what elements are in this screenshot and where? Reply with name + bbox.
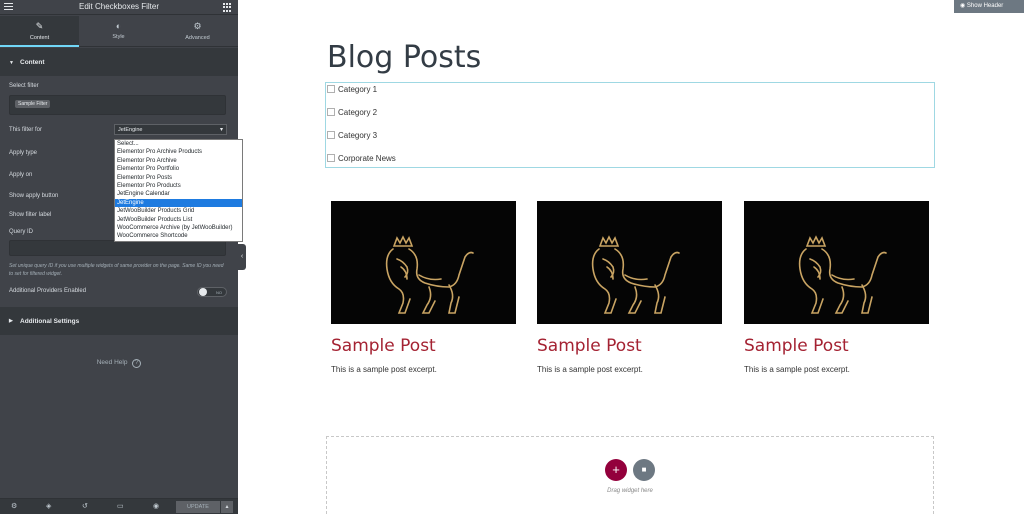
gear-icon: ⚙	[193, 21, 202, 31]
post-thumbnail[interactable]	[744, 201, 929, 324]
question-circle-icon: ?	[132, 359, 142, 368]
apply-type-label: Apply type	[9, 150, 38, 156]
dropdown-option[interactable]: WooCommerce Shortcode	[115, 232, 242, 240]
chevron-down-icon: ▾	[219, 127, 223, 133]
preview-eye-icon[interactable]: ◉	[153, 502, 159, 510]
checkbox-icon[interactable]	[327, 85, 335, 93]
dropdown-option[interactable]: Elementor Pro Products	[115, 182, 242, 190]
dropdown-option[interactable]: JetWooBuilder Products List	[115, 216, 242, 224]
lion-logo-icon	[385, 235, 474, 314]
show-header-label: Show Header	[966, 3, 1004, 9]
panel-title: Edit Checkboxes Filter	[78, 2, 160, 11]
checkbox-icon[interactable]	[327, 131, 335, 139]
update-options-caret-icon[interactable]: ▴	[221, 501, 233, 513]
dropdown-option[interactable]: Select...	[115, 140, 242, 148]
template-library-folder-icon[interactable]: ■	[633, 459, 655, 481]
checkbox-icon[interactable]	[327, 154, 335, 162]
query-id-label: Query ID	[9, 229, 34, 235]
pencil-icon: ✎	[35, 21, 44, 31]
post-title[interactable]: Sample Post	[744, 336, 929, 356]
dropdown-option[interactable]: Elementor Pro Posts	[115, 174, 242, 182]
checkbox-category-3[interactable]: Category 3	[327, 131, 377, 140]
panel-tabs: ✎ Content ◐ Style ⚙ Advanced	[0, 16, 238, 47]
additional-providers-label: Additional Providers Enabled	[9, 288, 87, 294]
collapse-panel-icon[interactable]: ‹	[238, 244, 246, 270]
dropdown-option[interactable]: Elementor Pro Portfolio	[115, 165, 242, 173]
toggle-knob	[199, 288, 207, 296]
add-section-dropzone[interactable]	[326, 436, 934, 514]
navigator-layers-icon[interactable]: ◈	[46, 502, 51, 510]
responsive-mode-icon[interactable]: ▭	[117, 502, 124, 510]
filter-for-label: This filter for	[9, 127, 43, 133]
tab-style-label: Style	[112, 34, 125, 40]
post-card[interactable]: Sample Post This is a sample post excerp…	[537, 201, 722, 374]
tab-style[interactable]: ◐ Style	[79, 16, 158, 47]
post-card[interactable]: Sample Post This is a sample post excerp…	[331, 201, 516, 374]
show-filter-label-label: Show filter label	[9, 212, 52, 218]
additional-providers-toggle[interactable]: NO	[197, 287, 227, 297]
settings-gear-icon[interactable]: ⚙	[11, 502, 17, 510]
dropdown-option[interactable]: WooCommerce Archive (by JetWooBuilder)	[115, 224, 242, 232]
checkbox-label: Category 3	[338, 131, 378, 140]
toggle-state-label: NO	[216, 290, 222, 295]
post-thumbnail[interactable]	[331, 201, 516, 324]
checkbox-label: Category 2	[338, 108, 378, 117]
checkbox-category-2[interactable]: Category 2	[327, 108, 377, 117]
post-excerpt: This is a sample post excerpt.	[744, 365, 850, 374]
page-title: Blog Posts	[327, 40, 482, 75]
eye-icon: ◉	[960, 3, 966, 9]
checkbox-label: Category 1	[338, 85, 378, 94]
panel-footer: ⚙ ◈ ↺ ▭ ◉ UPDATE ▴	[0, 498, 238, 514]
filter-for-select[interactable]: JetEngine ▾	[114, 124, 227, 135]
dropdown-option[interactable]: JetEngine Calendar	[115, 190, 242, 198]
content-section-toggle[interactable]: ▼ Content	[0, 48, 238, 76]
tab-content[interactable]: ✎ Content	[0, 16, 79, 47]
show-header-button[interactable]: ◉ Show Header	[954, 0, 1024, 13]
need-help-label: Need Help	[96, 359, 128, 366]
half-circle-icon: ◐	[115, 21, 122, 31]
post-excerpt: This is a sample post excerpt.	[331, 365, 437, 374]
additional-settings-toggle[interactable]: ▶ Additional Settings	[0, 307, 238, 335]
query-id-input[interactable]	[9, 240, 226, 256]
content-section-title: Content	[20, 59, 45, 66]
update-button[interactable]: UPDATE	[176, 501, 220, 513]
checkbox-category-1[interactable]: Category 1	[327, 85, 377, 94]
history-icon[interactable]: ↺	[82, 502, 88, 510]
need-help-link[interactable]: Need Help ?	[0, 359, 238, 368]
tab-advanced[interactable]: ⚙ Advanced	[158, 16, 237, 47]
additional-settings-title: Additional Settings	[20, 318, 80, 325]
tab-content-label: Content	[29, 35, 50, 41]
post-title[interactable]: Sample Post	[537, 336, 722, 356]
tab-advanced-label: Advanced	[185, 35, 210, 41]
checkbox-label: Corporate News	[338, 154, 396, 163]
apply-on-label: Apply on	[9, 172, 33, 178]
select-filter-input[interactable]: Sample Filter	[9, 95, 226, 115]
checkbox-corporate-news[interactable]: Corporate News	[327, 154, 396, 163]
selected-filter-tag[interactable]: Sample Filter	[15, 100, 51, 108]
lion-logo-icon	[798, 235, 887, 314]
checkbox-icon[interactable]	[327, 108, 335, 116]
dropdown-option[interactable]: Elementor Pro Archive Products	[115, 148, 242, 156]
add-section-plus-icon[interactable]: +	[605, 459, 627, 481]
panel-header: Edit Checkboxes Filter	[0, 0, 238, 15]
drag-widget-hint: Drag widget here	[607, 488, 653, 494]
post-title[interactable]: Sample Post	[331, 336, 516, 356]
widgets-grid-icon[interactable]	[223, 3, 232, 12]
select-filter-label: Select filter	[9, 83, 39, 89]
lion-logo-icon	[591, 235, 680, 314]
caret-right-icon: ▶	[9, 318, 13, 324]
query-id-hint: Set unique query ID if you use multiple …	[9, 263, 224, 277]
filter-for-value: JetEngine	[118, 127, 143, 133]
filter-for-dropdown-list: Select... Elementor Pro Archive Products E…	[114, 139, 243, 242]
caret-down-icon: ▼	[9, 60, 14, 66]
show-apply-button-label: Show apply button	[9, 193, 59, 199]
post-thumbnail[interactable]	[537, 201, 722, 324]
editor-panel: Edit Checkboxes Filter ✎ Content ◐ Style…	[0, 0, 238, 514]
dropdown-option[interactable]: JetEngine	[115, 198, 242, 208]
post-card[interactable]: Sample Post This is a sample post excerp…	[744, 201, 929, 374]
post-excerpt: This is a sample post excerpt.	[537, 365, 643, 374]
dropdown-option[interactable]: Elementor Pro Archive	[115, 157, 242, 165]
checkboxes-filter-widget[interactable]: Category 1 Category 2 Category 3 Corpora…	[325, 82, 935, 168]
dropdown-option[interactable]: JetWooBuilder Products Grid	[115, 207, 242, 215]
